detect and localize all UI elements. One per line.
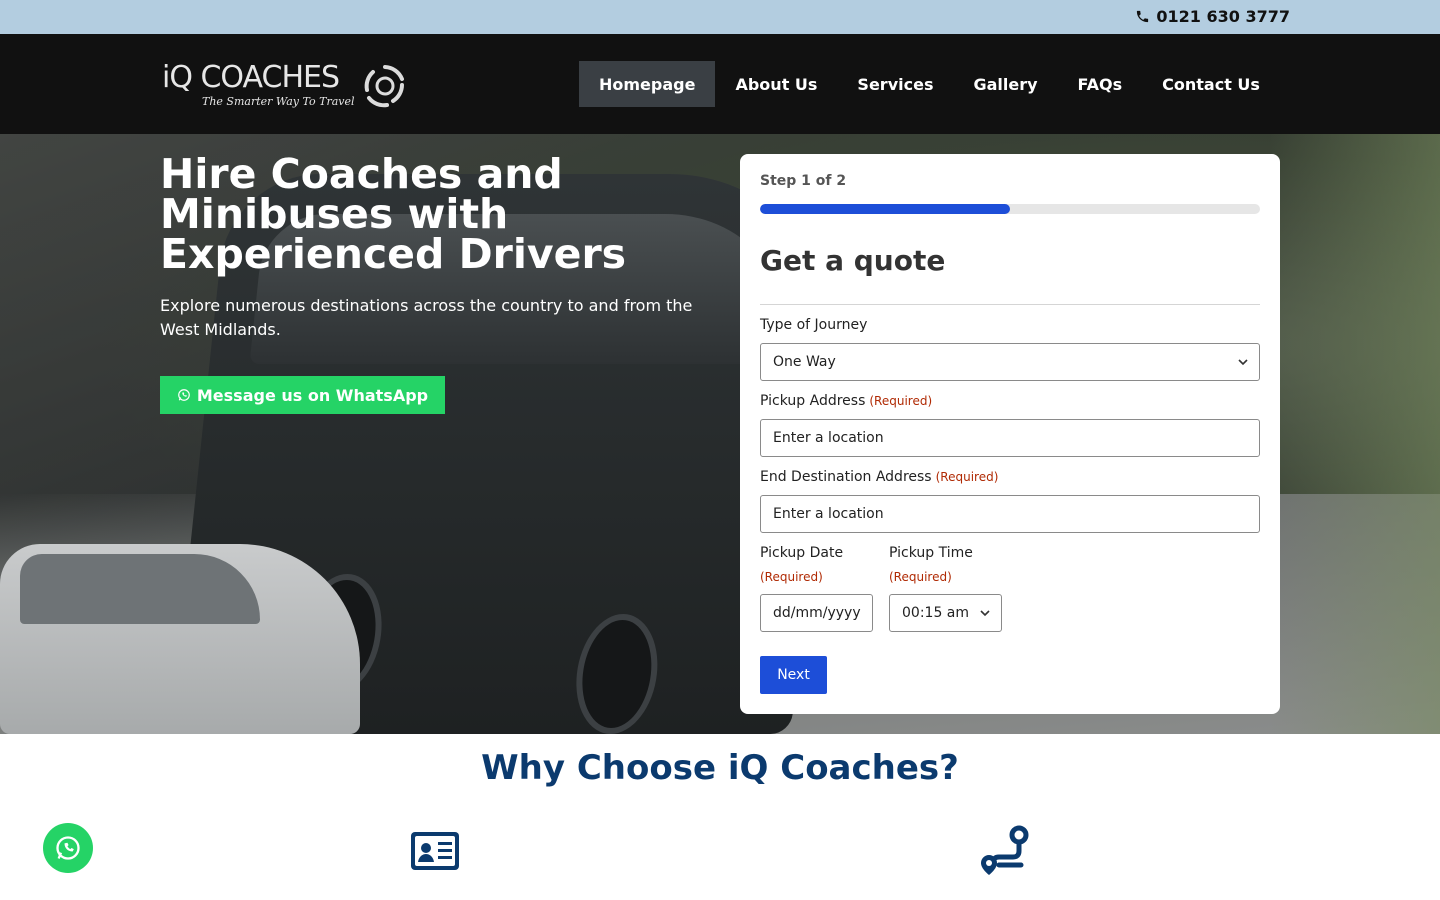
logo-tagline: The Smarter Way To Travel bbox=[202, 95, 355, 108]
pickup-date-placeholder: dd/mm/yyyy bbox=[773, 605, 861, 621]
whatsapp-message-button[interactable]: Message us on WhatsApp bbox=[160, 376, 445, 414]
chevron-down-icon bbox=[980, 610, 990, 617]
car-window bbox=[20, 554, 260, 624]
pickup-date-input[interactable]: dd/mm/yyyy bbox=[760, 594, 873, 632]
pickup-time-label: Pickup Time bbox=[889, 545, 973, 561]
required-marker: (Required) bbox=[869, 394, 933, 408]
hero-subtitle: Explore numerous destinations across the… bbox=[160, 296, 693, 339]
grass-shape bbox=[1270, 134, 1440, 734]
nav-about-us[interactable]: About Us bbox=[715, 61, 837, 107]
pickup-address-label-text: Pickup Address bbox=[760, 393, 866, 409]
whatsapp-icon bbox=[56, 836, 80, 860]
pickup-address-placeholder: Enter a location bbox=[773, 430, 884, 446]
nav-contact-us[interactable]: Contact Us bbox=[1142, 61, 1280, 107]
whatsapp-button-label[interactable]: Message us on WhatsApp bbox=[197, 386, 428, 405]
required-marker: (Required) bbox=[760, 570, 823, 584]
journey-type-label-text: Type of Journey bbox=[760, 317, 868, 333]
car-image bbox=[0, 544, 360, 734]
id-card-icon bbox=[411, 832, 459, 870]
required-marker: (Required) bbox=[889, 570, 952, 584]
quote-form-card: Step 1 of 2 Get a quote Type of Journey … bbox=[740, 154, 1280, 714]
next-button[interactable]: Next bbox=[760, 656, 827, 694]
required-marker: (Required) bbox=[935, 470, 999, 484]
hero-section: Hire Coaches and Minibuses with Experien… bbox=[0, 134, 1440, 734]
nav-faqs[interactable]: FAQs bbox=[1058, 61, 1143, 107]
end-address-label-text: End Destination Address bbox=[760, 469, 932, 485]
logo-wordmark: iQ COACHES bbox=[162, 60, 340, 95]
phone-number[interactable]: 0121 630 3777 bbox=[1156, 7, 1290, 26]
end-address-placeholder: Enter a location bbox=[773, 506, 884, 522]
phone-link[interactable]: 0121 630 3777 bbox=[1135, 7, 1290, 26]
form-divider bbox=[760, 304, 1260, 305]
whatsapp-icon bbox=[178, 389, 190, 401]
nav-homepage[interactable]: Homepage bbox=[579, 61, 716, 107]
step-indicator: Step 1 of 2 bbox=[760, 173, 847, 189]
logo[interactable]: iQ COACHES The Smarter Way To Travel bbox=[162, 61, 412, 111]
main-nav: Homepage About Us Services Gallery FAQs … bbox=[579, 61, 1280, 107]
pickup-time-value: 00:15 am bbox=[902, 605, 970, 621]
pickup-address-label: Pickup Address (Required) bbox=[760, 393, 932, 409]
progress-bar bbox=[760, 204, 1260, 214]
journey-type-select[interactable]: One Way bbox=[760, 343, 1260, 381]
route-icon bbox=[981, 825, 1029, 875]
why-choose-heading: Why Choose iQ Coaches? bbox=[481, 748, 959, 788]
logo-swirl-icon bbox=[364, 65, 404, 108]
pickup-time-select[interactable]: 00:15 am bbox=[889, 594, 1002, 632]
pickup-address-input[interactable]: Enter a location bbox=[760, 419, 1260, 457]
end-address-input[interactable]: Enter a location bbox=[760, 495, 1260, 533]
site-header: iQ COACHES The Smarter Way To Travel Hom… bbox=[0, 34, 1440, 134]
progress-bar-fill bbox=[760, 204, 1010, 214]
quote-form-title: Get a quote bbox=[760, 244, 946, 277]
top-bar: 0121 630 3777 bbox=[0, 0, 1440, 34]
nav-gallery[interactable]: Gallery bbox=[953, 61, 1057, 107]
nav-services[interactable]: Services bbox=[837, 61, 953, 107]
journey-type-label: Type of Journey bbox=[760, 317, 867, 333]
coach-wheel bbox=[570, 614, 664, 734]
hero-title: Hire Coaches and Minibuses with Experien… bbox=[160, 150, 627, 278]
phone-icon bbox=[1137, 10, 1149, 23]
end-address-label: End Destination Address (Required) bbox=[760, 469, 998, 485]
pickup-date-label: Pickup Date bbox=[760, 545, 844, 561]
journey-type-value: One Way bbox=[773, 354, 836, 370]
whatsapp-float-button[interactable] bbox=[43, 823, 93, 873]
chevron-down-icon bbox=[1238, 359, 1248, 366]
